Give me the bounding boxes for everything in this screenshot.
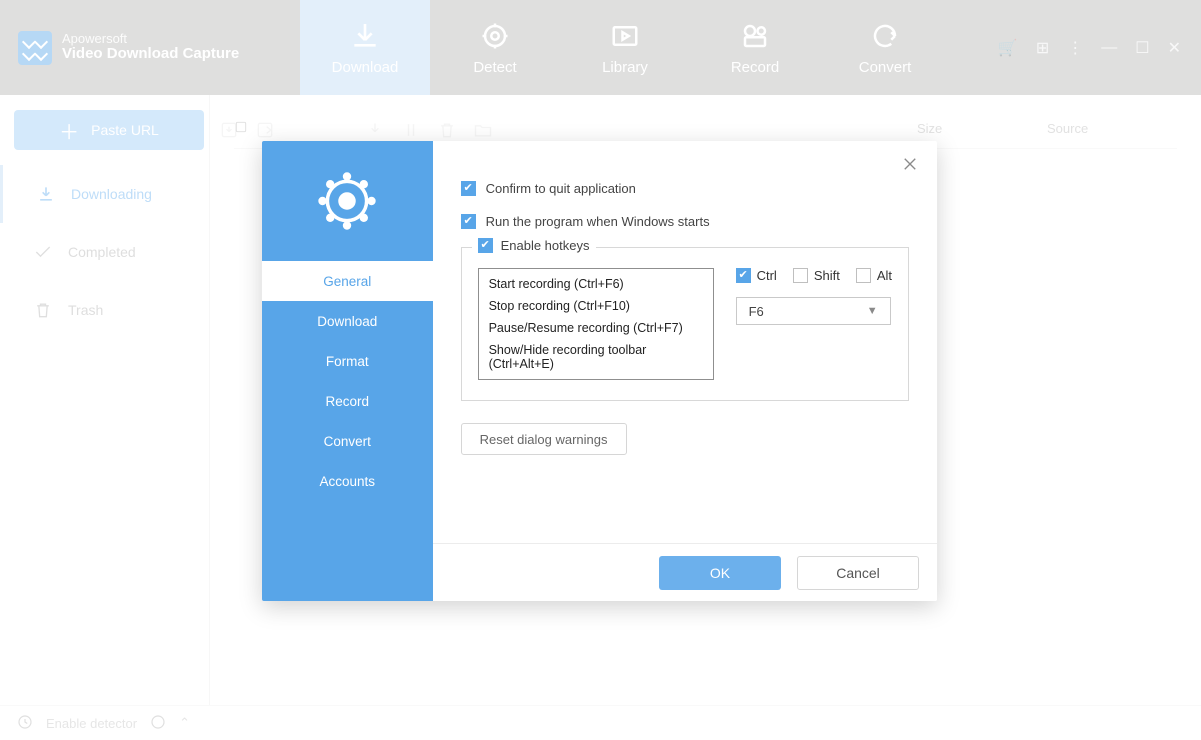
chevron-up-icon[interactable]: ⌃ bbox=[179, 715, 190, 731]
enable-hotkeys-row[interactable]: ✔ Enable hotkeys bbox=[472, 238, 596, 253]
settings-nav: General Download Format Record Convert A… bbox=[262, 141, 433, 601]
status-bar: Enable detector ⌃ bbox=[0, 705, 1201, 740]
tab-label: Record bbox=[731, 59, 779, 76]
tab-library[interactable]: Library bbox=[560, 0, 690, 95]
add-to-convert-icon[interactable] bbox=[254, 119, 276, 141]
pause-icon[interactable] bbox=[400, 119, 422, 141]
grid-icon[interactable]: ⊞ bbox=[1036, 38, 1049, 58]
hotkey-right: ✔ Ctrl Shift Alt F6 bbox=[736, 268, 892, 325]
brand-name: Apowersoft bbox=[62, 32, 239, 45]
settings-nav-accounts[interactable]: Accounts bbox=[262, 461, 433, 501]
checkbox-empty-icon bbox=[856, 268, 871, 283]
modifier-shift-label: Shift bbox=[814, 268, 840, 283]
cart-icon[interactable]: 🛒 bbox=[998, 38, 1018, 58]
ok-button[interactable]: OK bbox=[659, 556, 781, 590]
checkbox-checked-icon: ✔ bbox=[461, 214, 476, 229]
settings-dialog: General Download Format Record Convert A… bbox=[262, 141, 937, 601]
app-bar: Apowersoft Video Download Capture Downlo… bbox=[0, 0, 1201, 95]
film-camera-icon bbox=[738, 19, 772, 53]
hotkey-item[interactable]: Pause/Resume recording (Ctrl+F7) bbox=[489, 321, 703, 335]
open-folder-icon[interactable] bbox=[472, 119, 494, 141]
check-icon bbox=[32, 241, 54, 263]
app-title: Video Download Capture bbox=[62, 45, 239, 63]
download-icon bbox=[35, 183, 57, 205]
modifier-alt-label: Alt bbox=[877, 268, 892, 283]
settings-nav-general[interactable]: General bbox=[262, 261, 433, 301]
cancel-button[interactable]: Cancel bbox=[797, 556, 919, 590]
maximize-button[interactable]: ☐ bbox=[1135, 38, 1149, 58]
enable-detector-label[interactable]: Enable detector bbox=[46, 716, 137, 731]
sidebar-item-label: Downloading bbox=[71, 186, 152, 202]
paste-url-button[interactable]: ＋ Paste URL bbox=[14, 110, 204, 150]
tab-label: Convert bbox=[859, 59, 912, 76]
tab-download[interactable]: Download bbox=[300, 0, 430, 95]
main-tabs: Download Detect Library Record Convert bbox=[300, 0, 978, 95]
checkbox-checked-icon: ✔ bbox=[736, 268, 751, 283]
sidebar-item-label: Completed bbox=[68, 244, 136, 260]
run-on-start-label: Run the program when Windows starts bbox=[486, 214, 710, 229]
sidebar-item-completed[interactable]: Completed bbox=[0, 223, 209, 281]
target-icon bbox=[478, 19, 512, 53]
checkbox-checked-icon: ✔ bbox=[478, 238, 493, 253]
tab-label: Detect bbox=[473, 59, 516, 76]
delete-icon[interactable] bbox=[436, 119, 458, 141]
hotkey-item[interactable]: Show/Hide recording toolbar (Ctrl+Alt+E) bbox=[489, 343, 703, 371]
close-dialog-button[interactable] bbox=[901, 155, 919, 176]
modifier-shift[interactable]: Shift bbox=[793, 268, 840, 283]
settings-panel: ✔ Confirm to quit application ✔ Run the … bbox=[433, 141, 937, 601]
paste-url-label: Paste URL bbox=[91, 122, 159, 138]
chevron-down-icon: ▼ bbox=[867, 305, 878, 317]
download-icon bbox=[348, 19, 382, 53]
settings-nav-format[interactable]: Format bbox=[262, 341, 433, 381]
more-icon[interactable]: ⋮ bbox=[1067, 38, 1083, 58]
enable-hotkeys-label: Enable hotkeys bbox=[501, 238, 590, 253]
hotkeys-group: ✔ Enable hotkeys Start recording (Ctrl+F… bbox=[461, 247, 909, 401]
trash-icon bbox=[32, 299, 54, 321]
tab-label: Download bbox=[332, 59, 399, 76]
start-icon[interactable] bbox=[364, 119, 386, 141]
sidebar-item-downloading[interactable]: Downloading bbox=[0, 165, 209, 223]
sidebar-item-trash[interactable]: Trash bbox=[0, 281, 209, 339]
hotkey-item[interactable]: Stop recording (Ctrl+F10) bbox=[489, 299, 703, 313]
minimize-button[interactable]: ― bbox=[1101, 39, 1117, 57]
checkbox-empty-icon bbox=[793, 268, 808, 283]
tab-detect[interactable]: Detect bbox=[430, 0, 560, 95]
modifier-ctrl[interactable]: ✔ Ctrl bbox=[736, 268, 777, 283]
batch-download-icon[interactable] bbox=[218, 119, 240, 141]
play-square-icon bbox=[608, 19, 642, 53]
checkbox-checked-icon: ✔ bbox=[461, 181, 476, 196]
settings-nav-download[interactable]: Download bbox=[262, 301, 433, 341]
settings-gear-icon bbox=[262, 141, 433, 261]
hotkey-key-select[interactable]: F6 ▼ bbox=[736, 297, 891, 325]
speed-limit-icon[interactable] bbox=[149, 713, 167, 734]
modifier-alt[interactable]: Alt bbox=[856, 268, 892, 283]
sidebar-item-label: Trash bbox=[68, 302, 103, 318]
settings-nav-record[interactable]: Record bbox=[262, 381, 433, 421]
sidebar: Downloading Completed Trash bbox=[0, 95, 210, 705]
confirm-quit-row[interactable]: ✔ Confirm to quit application bbox=[461, 181, 909, 196]
tab-convert[interactable]: Convert bbox=[820, 0, 950, 95]
hotkey-key-value: F6 bbox=[749, 304, 764, 319]
reset-dialog-warnings-button[interactable]: Reset dialog warnings bbox=[461, 423, 627, 455]
plus-icon: ＋ bbox=[59, 116, 79, 145]
run-on-start-row[interactable]: ✔ Run the program when Windows starts bbox=[461, 214, 909, 229]
modifier-ctrl-label: Ctrl bbox=[757, 268, 777, 283]
dialog-footer: OK Cancel bbox=[433, 543, 937, 601]
confirm-quit-label: Confirm to quit application bbox=[486, 181, 636, 196]
app-logo-icon bbox=[18, 31, 52, 65]
cycle-icon bbox=[868, 19, 902, 53]
detector-toggle-icon[interactable] bbox=[16, 713, 34, 734]
window-controls: 🛒 ⊞ ⋮ ― ☐ ✕ bbox=[978, 0, 1201, 95]
close-window-button[interactable]: ✕ bbox=[1168, 38, 1181, 58]
hotkey-list[interactable]: Start recording (Ctrl+F6) Stop recording… bbox=[478, 268, 714, 380]
app-logo-block: Apowersoft Video Download Capture bbox=[0, 0, 300, 95]
hotkey-item[interactable]: Start recording (Ctrl+F6) bbox=[489, 277, 703, 291]
tab-label: Library bbox=[602, 59, 648, 76]
settings-nav-convert[interactable]: Convert bbox=[262, 421, 433, 461]
tab-record[interactable]: Record bbox=[690, 0, 820, 95]
